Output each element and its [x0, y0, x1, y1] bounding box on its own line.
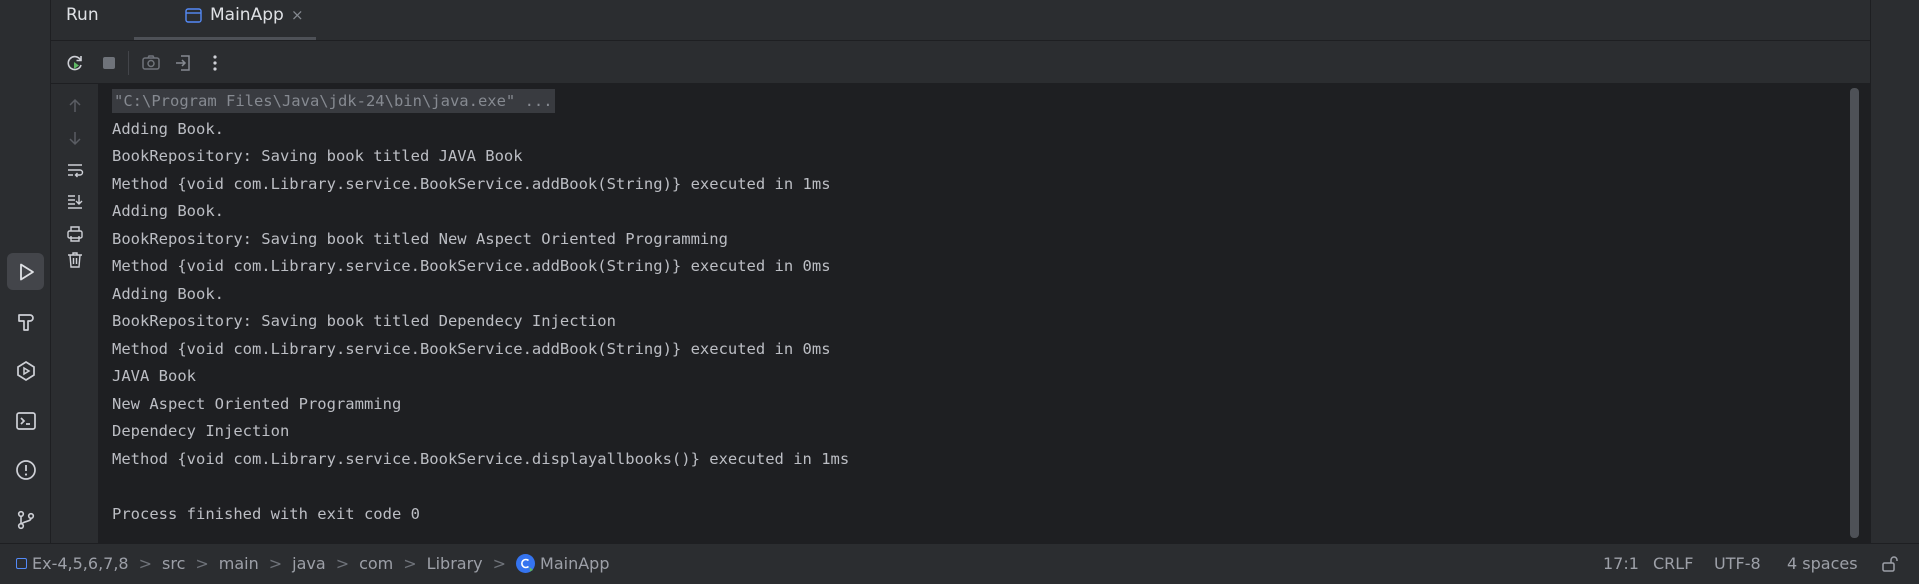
- tab-label: MainApp: [210, 5, 284, 25]
- breadcrumb-separator: >: [268, 554, 283, 573]
- breadcrumb-separator: >: [403, 554, 417, 573]
- breadcrumb-label: main: [218, 554, 259, 573]
- breadcrumb-label: Ex-4,5,6,7,8: [32, 554, 129, 573]
- breadcrumb-item-mainapp[interactable]: MainApp: [516, 554, 609, 573]
- screenshot-icon[interactable]: [139, 51, 163, 75]
- build-icon[interactable]: [7, 303, 44, 340]
- console-command-line: "C:\Program Files\Java\jdk-24\bin\java.e…: [112, 88, 849, 116]
- console-side-actions: [51, 84, 99, 543]
- line-ending[interactable]: CRLF: [1653, 554, 1693, 573]
- console-line: New Aspect Oriented Programming: [112, 394, 402, 413]
- close-icon[interactable]: ×: [291, 6, 304, 24]
- restore-layout-icon[interactable]: [171, 51, 195, 75]
- scroll-down-icon[interactable]: [63, 126, 87, 150]
- scroll-up-icon[interactable]: [63, 94, 87, 118]
- command-text[interactable]: "C:\Program Files\Java\jdk-24\bin\java.e…: [112, 89, 555, 113]
- soft-wrap-icon[interactable]: [63, 158, 87, 182]
- console-line: BookRepository: Saving book titled New A…: [112, 229, 728, 248]
- breadcrumb-item-com[interactable]: com: [359, 554, 393, 573]
- console-line: Method {void com.Library.service.BookSer…: [112, 339, 831, 358]
- print-icon[interactable]: [63, 222, 87, 246]
- tool-window-title: Run: [66, 5, 99, 25]
- ide-window: Run MainApp × "C:\Program Files\Java\jdk…: [0, 0, 1919, 584]
- console-line: BookRepository: Saving book titled Depen…: [112, 312, 616, 330]
- left-tool-strip: [0, 0, 51, 543]
- breadcrumb-item-project[interactable]: Ex-4,5,6,7,8: [16, 554, 129, 573]
- run-icon[interactable]: [7, 253, 44, 290]
- file-encoding[interactable]: UTF-8: [1714, 554, 1761, 573]
- breadcrumb-item-library[interactable]: Library: [427, 554, 483, 573]
- more-icon[interactable]: [203, 51, 227, 75]
- console-line: BookRepository: Saving book titled JAVA …: [112, 147, 523, 165]
- scroll-to-end-icon[interactable]: [63, 189, 87, 213]
- breadcrumb-separator: >: [195, 554, 209, 573]
- console-lines: "C:\Program Files\Java\jdk-24\bin\java.e…: [112, 88, 849, 528]
- module-icon: [16, 558, 27, 569]
- console-output[interactable]: "C:\Program Files\Java\jdk-24\bin\java.e…: [100, 84, 1870, 543]
- console-line: Method {void com.Library.service.BookSer…: [112, 174, 831, 193]
- run-toolbar: [51, 41, 1870, 84]
- breadcrumb-label: com: [359, 554, 394, 573]
- console-line: JAVA Book: [112, 367, 196, 385]
- console-line: Process finished with exit code 0: [112, 504, 420, 523]
- cursor-position[interactable]: 17:1: [1603, 554, 1639, 573]
- run-tabbar: Run MainApp ×: [51, 0, 1870, 41]
- rerun-icon[interactable]: [63, 51, 87, 75]
- application-icon: [185, 8, 202, 23]
- console-line: Adding Book.: [112, 202, 224, 220]
- toolbar-separator: [128, 51, 129, 75]
- breadcrumb-separator: >: [138, 554, 152, 573]
- breadcrumb-item-src[interactable]: src: [162, 554, 185, 573]
- indent-setting[interactable]: 4 spaces: [1787, 554, 1858, 573]
- console-line: Dependecy Injection: [112, 422, 290, 440]
- clear-icon[interactable]: [63, 248, 87, 272]
- console-line: Adding Book.: [112, 284, 224, 303]
- breadcrumb-label: MainApp: [540, 554, 610, 573]
- run-tool-window: Run MainApp × "C:\Program Files\Java\jdk…: [51, 0, 1870, 543]
- terminal-icon[interactable]: [7, 402, 44, 439]
- breadcrumb: Ex-4,5,6,7,8 > src > main > java > com >…: [16, 554, 609, 573]
- tab-selected-indicator: [134, 37, 316, 40]
- console-line: Adding Book.: [112, 119, 224, 138]
- right-tool-strip: [1870, 0, 1919, 543]
- problems-icon[interactable]: [7, 451, 44, 488]
- vertical-scrollbar[interactable]: [1850, 88, 1859, 538]
- console-line: Method {void com.Library.service.BookSer…: [112, 257, 831, 275]
- breadcrumb-label: java: [292, 554, 326, 573]
- breadcrumb-item-java[interactable]: java: [292, 554, 326, 573]
- breadcrumb-separator: >: [335, 554, 350, 573]
- services-icon[interactable]: [7, 352, 44, 389]
- stop-icon[interactable]: [97, 51, 121, 75]
- status-bar: Ex-4,5,6,7,8 > src > main > java > com >…: [0, 543, 1919, 584]
- tab-mainapp[interactable]: MainApp ×: [134, 0, 316, 41]
- lock-open-icon[interactable]: [1881, 555, 1899, 573]
- breadcrumb-separator: >: [492, 554, 507, 573]
- breadcrumb-label: src: [162, 554, 186, 573]
- java-class-icon: [516, 554, 536, 573]
- breadcrumb-label: Library: [426, 554, 483, 573]
- git-icon[interactable]: [7, 501, 44, 538]
- breadcrumb-item-main[interactable]: main: [219, 554, 259, 573]
- console-line: Method {void com.Library.service.BookSer…: [112, 449, 850, 468]
